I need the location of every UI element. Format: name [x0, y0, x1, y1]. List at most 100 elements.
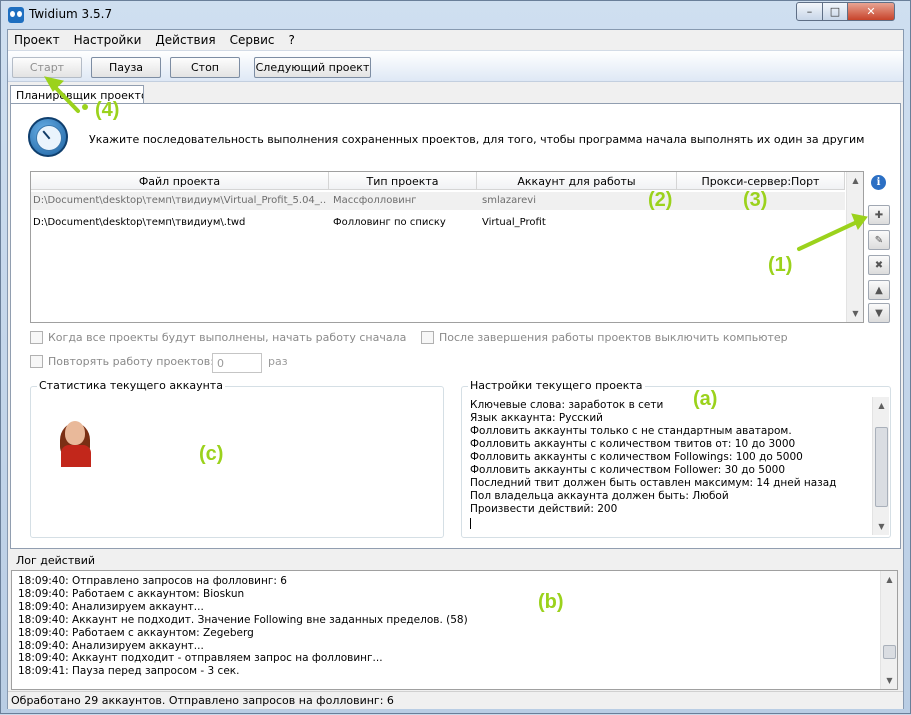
shutdown-label: После завершения работы проектов выключи… [439, 331, 788, 344]
start-button[interactable]: Старт [12, 57, 82, 78]
menu-actions[interactable]: Действия [155, 33, 215, 47]
annotation-c: (c) [199, 443, 224, 465]
repeat-suffix: раз [268, 355, 288, 368]
table-row[interactable]: D:\Document\desktop\темп\твидиум\Virtual… [31, 192, 845, 210]
column-header-proxy[interactable]: Прокси-сервер:Порт [677, 172, 845, 190]
toolbar: Старт Пауза Стоп Следующий проект [8, 50, 903, 82]
add-project-button[interactable]: ✚ [868, 205, 890, 225]
log-lines: 18:09:40: Отправлено запросов на фоллови… [18, 575, 468, 678]
row-type: Фолловинг по списку [333, 217, 446, 228]
settings-line: Произвести действий: 200 [470, 503, 618, 515]
settings-line: Последний твит должен быть оставлен макс… [470, 477, 837, 489]
scroll-thumb[interactable] [875, 427, 888, 507]
settings-line: Пол владельца аккаунта должен быть: Любо… [470, 490, 729, 502]
client-area: Проект Настройки Действия Сервис ? Старт… [7, 29, 904, 709]
menu-service[interactable]: Сервис [230, 33, 275, 47]
column-header-account[interactable]: Аккаунт для работы [477, 172, 677, 190]
status-bar: Обработано 29 аккаунтов. Отправлено запр… [8, 691, 903, 709]
avatar [55, 417, 95, 469]
annotation-dot [82, 104, 88, 110]
checkbox-box[interactable] [30, 355, 43, 368]
log-line: 18:09:40: Анализируем аккаунт... [18, 600, 204, 613]
column-header-file[interactable]: Файл проекта [31, 172, 329, 190]
move-up-button[interactable]: ▲ [868, 280, 890, 300]
menu-help[interactable]: ? [288, 33, 294, 47]
log-scrollbar[interactable]: ▲ ▼ [880, 571, 897, 689]
row-account: Virtual_Profit [482, 217, 546, 228]
table-header: Файл проекта Тип проекта Аккаунт для раб… [31, 172, 845, 190]
edit-project-button[interactable]: ✎ [868, 230, 890, 250]
annotation-3: (3) [743, 189, 768, 211]
column-header-type[interactable]: Тип проекта [329, 172, 477, 190]
scroll-up-arrow-icon[interactable]: ▲ [873, 397, 890, 414]
annotation-4: (4) [95, 99, 120, 121]
menu-settings[interactable]: Настройки [74, 33, 142, 47]
shutdown-checkbox[interactable]: После завершения работы проектов выключи… [421, 331, 788, 344]
row-type: Массфолловинг [333, 195, 417, 206]
settings-scrollbar[interactable]: ▲ ▼ [872, 397, 889, 535]
stop-button[interactable]: Стоп [170, 57, 240, 78]
info-icon[interactable]: i [871, 175, 886, 190]
annotation-1: (1) [768, 254, 793, 276]
clock-icon [28, 117, 68, 157]
project-settings-group: Настройки текущего проекта Ключевые слов… [461, 379, 891, 538]
table-row[interactable]: D:\Document\desktop\темп\твидиум\.twd Фо… [31, 214, 845, 232]
settings-line: Фолловить аккаунты только с не стандартн… [470, 425, 792, 437]
account-stats-title: Статистика текущего аккаунта [37, 379, 225, 392]
row-file: D:\Document\desktop\темп\твидиум\Virtual… [33, 195, 327, 206]
scroll-down-arrow-icon[interactable]: ▼ [881, 672, 898, 689]
table-scrollbar[interactable]: ▲ ▼ [846, 172, 863, 322]
restart-checkbox[interactable]: Когда все проекты будут выполнены, начат… [30, 331, 406, 344]
settings-line: Фолловить аккаунты с количеством твитов … [470, 438, 796, 450]
scroll-thumb[interactable] [883, 645, 896, 659]
repeat-checkbox[interactable]: Повторять работу проектов: [30, 355, 214, 368]
checkbox-box[interactable] [421, 331, 434, 344]
settings-line: Ключевые слова: заработок в сети [470, 399, 664, 411]
repeat-count-input[interactable]: 0 [212, 353, 262, 373]
maximize-button[interactable]: □ [822, 2, 848, 21]
scroll-up-arrow-icon[interactable]: ▲ [881, 571, 898, 588]
log-line: 18:09:40: Анализируем аккаунт... [18, 639, 204, 652]
next-project-button[interactable]: Следующий проект [254, 57, 371, 78]
text-caret [470, 518, 471, 529]
project-settings-text: Ключевые слова: заработок в сети Язык ак… [470, 399, 875, 529]
scroll-down-arrow-icon[interactable]: ▼ [873, 518, 890, 535]
remove-project-button[interactable]: ✖ [868, 255, 890, 275]
settings-line: Фолловить аккаунты с количеством Followe… [470, 464, 786, 476]
window-title: Twidium 3.5.7 [29, 7, 113, 21]
arrow-up-icon: ▲ [875, 284, 883, 296]
scheduler-page: Укажите последовательность выполнения со… [10, 103, 901, 549]
log-line: 18:09:40: Работаем с аккаунтом: Bioskun [18, 587, 245, 600]
remove-tag-icon: ✖ [874, 259, 884, 271]
row-account: smlazarevi [482, 195, 536, 206]
close-button[interactable]: ✕ [847, 2, 895, 21]
log-line: 18:09:40: Отправлено запросов на фоллови… [18, 575, 287, 587]
maximize-icon: □ [829, 5, 841, 18]
log-line: 18:09:40: Работаем с аккаунтом: Zegeberg [18, 626, 254, 639]
scheduler-description: Укажите последовательность выполнения со… [89, 133, 865, 146]
edit-tag-icon: ✎ [874, 234, 884, 246]
twidium-app-icon [8, 7, 24, 23]
log-line: 18:09:41: Пауза перед запросом - 3 сек. [18, 665, 240, 678]
annotation-2: (2) [648, 189, 673, 211]
checkbox-box[interactable] [30, 331, 43, 344]
scroll-up-arrow-icon[interactable]: ▲ [847, 172, 864, 189]
menu-project[interactable]: Проект [14, 33, 60, 47]
projects-table[interactable]: Файл проекта Тип проекта Аккаунт для раб… [30, 171, 864, 323]
minimize-button[interactable]: – [796, 2, 823, 21]
arrow-down-icon: ▼ [875, 307, 883, 319]
settings-line: Фолловить аккаунты с количеством Followi… [470, 451, 803, 463]
scroll-down-arrow-icon[interactable]: ▼ [847, 305, 864, 322]
pause-button[interactable]: Пауза [91, 57, 161, 78]
action-log[interactable]: 18:09:40: Отправлено запросов на фоллови… [11, 570, 898, 690]
title-bar: Twidium 3.5.7 – □ ✕ [1, 1, 910, 29]
app-window: Twidium 3.5.7 – □ ✕ Проект Настройки Дей… [0, 0, 911, 714]
move-down-button[interactable]: ▼ [868, 303, 890, 323]
row-file: D:\Document\desktop\темп\твидиум\.twd [33, 217, 246, 228]
log-line: 18:09:40: Аккаунт не подходит. Значение … [18, 613, 468, 626]
annotation-b: (b) [538, 591, 564, 613]
close-icon: ✕ [866, 5, 876, 18]
repeat-label: Повторять работу проектов: [48, 355, 214, 368]
tab-project-scheduler[interactable]: Планировщик проектов [10, 85, 144, 105]
add-tag-icon: ✚ [874, 209, 884, 221]
